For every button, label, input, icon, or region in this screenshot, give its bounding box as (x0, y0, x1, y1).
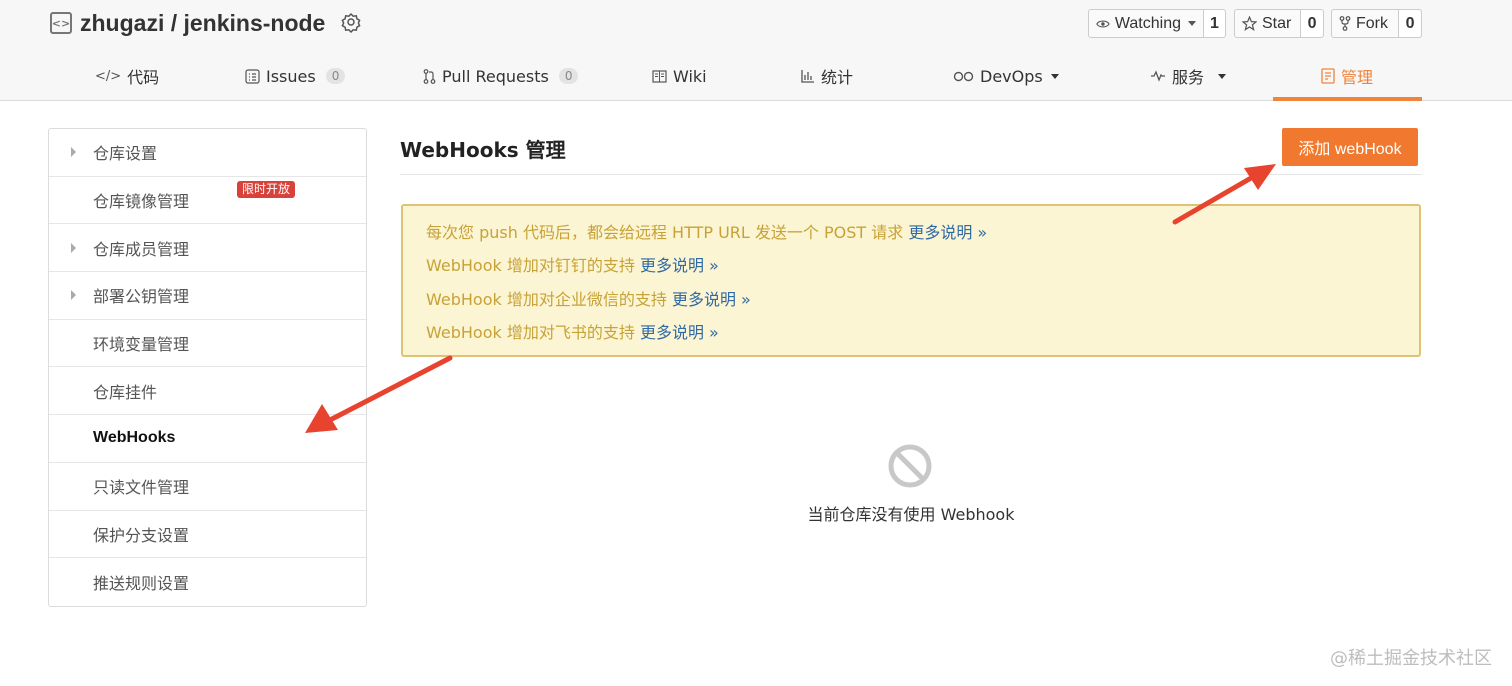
star-icon (1242, 16, 1257, 31)
star-label: Star (1262, 14, 1292, 32)
tab-pull-requests-label: Pull Requests (442, 66, 549, 86)
sidebar-item-mirror[interactable]: 仓库镜像管理 限时开放 (49, 177, 366, 225)
notice-line: WebHook 增加对企业微信的支持 更多说明 » (426, 286, 1419, 319)
more-info-link[interactable]: 更多说明 » (672, 290, 751, 309)
sidebar-item-widgets[interactable]: 仓库挂件 (49, 367, 366, 416)
issues-icon (245, 68, 260, 84)
empty-state-text: 当前仓库没有使用 Webhook (807, 505, 1015, 524)
notice-line: WebHook 增加对钉钉的支持 更多说明 » (426, 252, 1419, 285)
eye-icon (1096, 20, 1110, 27)
tab-wiki-label: Wiki (673, 66, 707, 86)
more-info-link[interactable]: 更多说明 » (640, 323, 719, 342)
chevron-down-icon (1218, 73, 1227, 79)
repo-title: <> zhugazi / jenkins-node (50, 8, 363, 38)
settings-document-icon (1321, 68, 1335, 84)
sidebar-item-members[interactable]: 仓库成员管理 (49, 224, 366, 273)
sidebar-item-push-rules[interactable]: 推送规则设置 (49, 558, 366, 606)
watch-label: Watching (1114, 14, 1181, 32)
pulse-icon (1151, 70, 1165, 82)
tab-manage-label: 管理 (1341, 68, 1374, 87)
fork-label: Fork (1356, 14, 1388, 32)
star-count[interactable]: 0 (1301, 10, 1323, 37)
sidebar-item-webhooks[interactable]: WebHooks (49, 415, 366, 463)
tab-issues[interactable]: Issues 0 (245, 52, 346, 100)
tab-pull-requests[interactable]: Pull Requests 0 (423, 52, 579, 100)
sidebar-item-label: 环境变量管理 (93, 335, 190, 355)
sidebar-item-repo-settings[interactable]: 仓库设置 (49, 129, 366, 177)
sidebar-item-label: 部署公钥管理 (93, 287, 190, 307)
sidebar-item-label: 仓库设置 (93, 144, 158, 164)
tab-manage[interactable]: 管理 (1321, 52, 1373, 100)
caret-right-icon (71, 242, 76, 253)
limited-time-badge: 限时开放 (237, 180, 296, 198)
tab-issues-label: Issues (266, 66, 316, 86)
notice-line: WebHook 增加对飞书的支持 更多说明 » (426, 319, 1419, 352)
fork-group: Fork 0 (1331, 9, 1422, 38)
repo-nav: </> 代码 Issues 0 Pull Requests 0 Wiki 统计 … (0, 52, 1512, 100)
notice-text: 每次您 push 代码后，都会给远程 HTTP URL 发送一个 POST 请求 (426, 223, 909, 242)
repository-icon: <> (50, 12, 72, 34)
award-badge-icon[interactable] (339, 11, 363, 35)
sidebar-item-label: 保护分支设置 (93, 525, 190, 545)
more-info-link[interactable]: 更多说明 » (908, 223, 987, 242)
caret-right-icon (71, 290, 76, 301)
sidebar-item-label: 只读文件管理 (93, 478, 190, 498)
pull-requests-count-badge: 0 (558, 68, 579, 84)
webhook-notice: 每次您 push 代码后，都会给远程 HTTP URL 发送一个 POST 请求… (401, 204, 1421, 357)
repo-header: <> zhugazi / jenkins-node Watching 1 Sta… (0, 0, 1512, 101)
bar-chart-icon (801, 70, 814, 83)
tab-code-label: 代码 (127, 68, 160, 87)
sidebar-item-deploy-keys[interactable]: 部署公钥管理 (49, 272, 366, 320)
tab-services-label: 服务 (1172, 68, 1205, 87)
code-icon: </> (95, 68, 122, 84)
book-icon (652, 69, 667, 83)
tab-stats[interactable]: 统计 (801, 52, 853, 100)
repo-name-link[interactable]: zhugazi / jenkins-node (80, 10, 325, 37)
sidebar-item-label: 仓库成员管理 (93, 239, 190, 259)
sidebar-item-env-vars[interactable]: 环境变量管理 (49, 320, 366, 368)
watch-count[interactable]: 1 (1204, 10, 1225, 37)
pull-request-icon (423, 68, 436, 84)
star-button[interactable]: Star (1235, 10, 1302, 37)
more-info-link[interactable]: 更多说明 » (640, 256, 719, 275)
tab-code[interactable]: </> 代码 (95, 52, 159, 100)
watch-button[interactable]: Watching (1089, 10, 1204, 37)
watch-group: Watching 1 (1088, 9, 1226, 38)
notice-text: WebHook 增加对飞书的支持 (426, 323, 640, 343)
notice-text: WebHook 增加对企业微信的支持 (426, 289, 672, 309)
fork-count[interactable]: 0 (1399, 10, 1421, 37)
star-group: Star 0 (1234, 9, 1324, 38)
sidebar-item-label: 仓库镜像管理 (93, 192, 190, 212)
settings-sidebar: 仓库设置 仓库镜像管理 限时开放 仓库成员管理 部署公钥管理 环境变量管理 仓库… (48, 128, 367, 607)
page-title: WebHooks 管理 (400, 138, 566, 162)
tab-devops[interactable]: DevOps (953, 52, 1059, 100)
fork-icon (1339, 16, 1351, 31)
watermark: @稀土掘金技术社区 (1330, 648, 1492, 669)
add-webhook-button[interactable]: 添加 webHook (1282, 128, 1418, 166)
no-entry-icon (887, 443, 933, 493)
caret-right-icon (71, 147, 76, 158)
chevron-down-icon (1050, 73, 1059, 79)
tab-services[interactable]: 服务 (1150, 52, 1227, 100)
sidebar-item-label: WebHooks (93, 429, 176, 447)
notice-line: 每次您 push 代码后，都会给远程 HTTP URL 发送一个 POST 请求… (426, 219, 1419, 252)
sidebar-item-label: 推送规则设置 (93, 574, 190, 594)
infinity-icon (953, 71, 974, 81)
tab-devops-label: DevOps (980, 66, 1043, 86)
tab-stats-label: 统计 (821, 68, 854, 87)
issues-count-badge: 0 (325, 68, 346, 84)
active-tab-indicator (1273, 97, 1422, 101)
divider (400, 174, 1422, 175)
notice-text: WebHook 增加对钉钉的支持 (426, 256, 640, 276)
tab-wiki[interactable]: Wiki (652, 52, 707, 100)
chevron-down-icon (1188, 21, 1196, 26)
sidebar-item-label: 仓库挂件 (93, 382, 158, 402)
fork-button[interactable]: Fork (1332, 10, 1400, 37)
